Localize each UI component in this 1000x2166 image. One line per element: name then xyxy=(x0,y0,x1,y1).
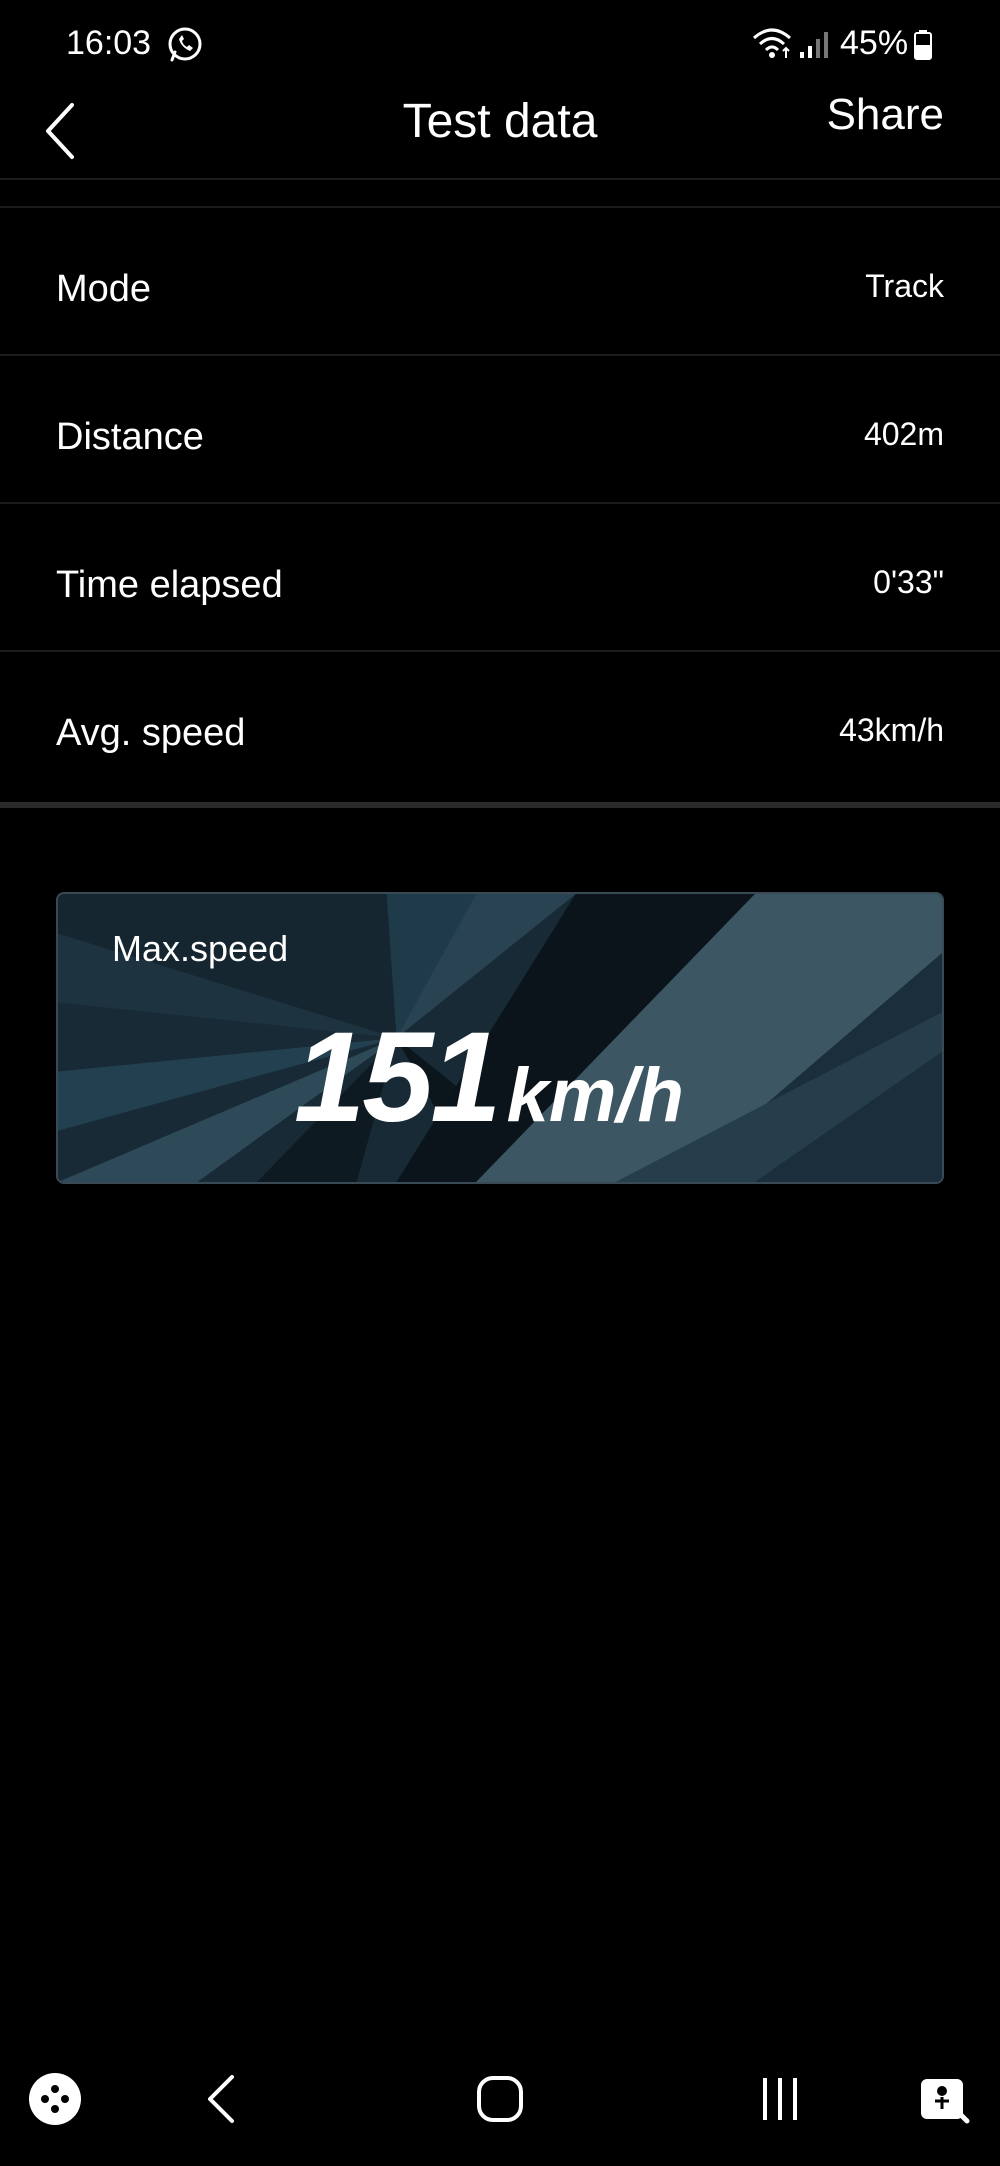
battery-percentage: 45% xyxy=(840,24,909,62)
row-time-elapsed: Time elapsed 0'33" xyxy=(0,504,1000,652)
signal-icon xyxy=(800,32,828,58)
max-speed-value: 151 xyxy=(294,1006,502,1149)
row-label: Time elapsed xyxy=(56,564,283,606)
max-speed-unit: km/h xyxy=(506,1053,684,1138)
accessibility-button[interactable] xyxy=(910,2064,980,2134)
row-value: Track xyxy=(865,268,944,304)
row-label: Avg. speed xyxy=(56,712,246,754)
rows-divider xyxy=(0,802,1000,808)
whatsapp-icon xyxy=(168,27,202,62)
share-button[interactable]: Share xyxy=(827,90,944,140)
status-bar: 16:03 45% xyxy=(0,0,1000,90)
battery-icon xyxy=(914,30,932,60)
row-value: 0'33" xyxy=(873,564,944,600)
game-launcher-button[interactable] xyxy=(20,2064,90,2134)
row-value: 402m xyxy=(863,416,944,452)
app-header: Test data Share xyxy=(0,90,1000,178)
nav-home-button[interactable] xyxy=(465,2064,535,2134)
accessibility-icon xyxy=(921,2079,970,2124)
system-navigation-bar xyxy=(0,2034,1000,2166)
recents-icon xyxy=(763,2078,797,2120)
nav-recents-button[interactable] xyxy=(745,2064,815,2134)
test-data-list: Mode Track Distance 402m Time elapsed 0'… xyxy=(0,208,1000,800)
header-divider xyxy=(0,178,1000,180)
row-value: 43km/h xyxy=(839,712,944,748)
wifi-icon xyxy=(753,28,791,58)
status-time: 16:03 xyxy=(66,24,152,62)
row-avg-speed: Avg. speed 43km/h xyxy=(0,652,1000,800)
row-mode: Mode Track xyxy=(0,208,1000,356)
game-launcher-icon xyxy=(29,2073,81,2125)
back-icon xyxy=(208,2075,234,2123)
row-distance: Distance 402m xyxy=(0,356,1000,504)
home-icon xyxy=(477,2076,523,2122)
row-label: Distance xyxy=(56,416,204,458)
max-speed-card: Max.speed 151 km/h xyxy=(56,892,944,1184)
row-label: Mode xyxy=(56,268,152,310)
nav-back-button[interactable] xyxy=(186,2064,256,2134)
max-speed-label: Max.speed xyxy=(112,928,289,969)
max-speed-value-group: 151 km/h xyxy=(294,1004,684,1151)
